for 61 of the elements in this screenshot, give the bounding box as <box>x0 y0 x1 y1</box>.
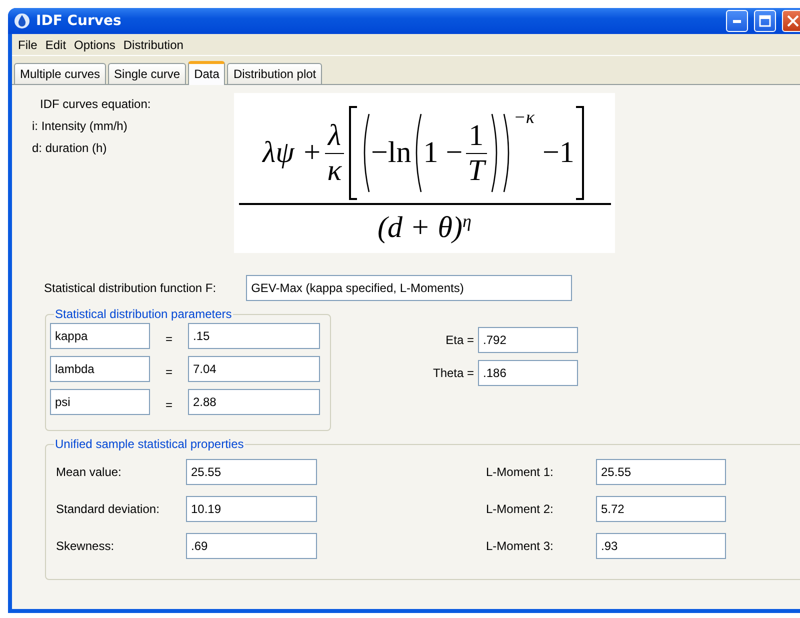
parameter-value-field[interactable]: 7.04 <box>188 356 320 382</box>
equals-sign: = <box>164 331 174 346</box>
group-title: Unified sample statistical properties <box>54 437 245 451</box>
equation-term: −κ <box>514 107 534 128</box>
field-label: Mean value: <box>56 465 122 479</box>
group-title: Statistical distribution parameters <box>54 307 233 321</box>
parameter-value-field[interactable]: .15 <box>188 323 320 349</box>
menu-item[interactable]: File <box>14 38 42 52</box>
equation-term: κ <box>327 154 342 186</box>
equation-term: 1 − <box>423 136 463 170</box>
equation-term: −1 <box>542 136 574 170</box>
tab[interactable]: Single curve <box>108 63 186 84</box>
field-label: L-Moment 1: <box>486 465 554 479</box>
legend-text: IDF curves equation: <box>39 97 152 111</box>
menu-item[interactable]: Options <box>70 38 120 52</box>
tab[interactable]: Multiple curves <box>14 63 106 84</box>
field-label: L-Moment 2: <box>486 502 554 516</box>
menu-item[interactable]: Edit <box>41 38 70 52</box>
field-label: Skewness: <box>56 539 116 553</box>
property-value-field[interactable]: .93 <box>596 533 726 559</box>
equation-term: T <box>468 154 485 186</box>
equals-sign: = <box>164 364 174 379</box>
menu-item[interactable]: Distribution <box>119 38 188 52</box>
field-label: Theta = <box>433 366 474 380</box>
field-label: Statistical distribution function F: <box>44 281 216 295</box>
field-label: Standard deviation: <box>56 502 160 516</box>
water-drop-icon <box>14 13 30 29</box>
parameter-value-field[interactable]: .792 <box>478 327 578 353</box>
property-value-field[interactable]: 10.19 <box>186 496 317 522</box>
parameter-name-field[interactable]: kappa <box>50 323 150 349</box>
bracket-icon <box>346 106 359 200</box>
field-label: Eta = <box>446 333 474 347</box>
property-value-field[interactable]: 25.55 <box>186 459 317 485</box>
equation-term: η <box>462 211 472 232</box>
close-icon <box>787 15 799 27</box>
distribution-field[interactable]: GEV-Max (kappa specified, L-Moments) <box>246 275 572 301</box>
equation-term: −ln <box>370 136 412 170</box>
equation-term: λψ + <box>262 136 322 170</box>
equals-sign: = <box>164 397 174 412</box>
maximize-icon <box>759 15 771 27</box>
tab[interactable]: Distribution plot <box>227 63 322 84</box>
equation-term: (d + θ) <box>378 211 463 245</box>
legend-text: d: duration (h) <box>32 141 108 155</box>
equation-term: 1 <box>466 120 487 154</box>
minimize-button[interactable] <box>726 10 748 32</box>
property-value-field[interactable]: 25.55 <box>596 459 726 485</box>
parameter-value-field[interactable]: .186 <box>478 360 578 386</box>
minimize-icon <box>733 20 741 22</box>
tab[interactable]: Data <box>188 61 226 85</box>
parameter-name-field[interactable]: lambda <box>50 356 150 382</box>
legend-text: i: Intensity (mm/h) <box>32 119 128 133</box>
window-title: IDF Curves <box>36 13 122 29</box>
parameter-value-field[interactable]: 2.88 <box>188 389 320 415</box>
close-button[interactable] <box>782 10 800 32</box>
field-label: L-Moment 3: <box>486 539 554 553</box>
maximize-button[interactable] <box>754 10 776 32</box>
property-value-field[interactable]: .69 <box>186 533 317 559</box>
property-value-field[interactable]: 5.72 <box>596 496 726 522</box>
equation-term: λ <box>324 120 344 154</box>
bracket-icon <box>574 106 586 200</box>
parameter-name-field[interactable]: psi <box>50 389 150 415</box>
